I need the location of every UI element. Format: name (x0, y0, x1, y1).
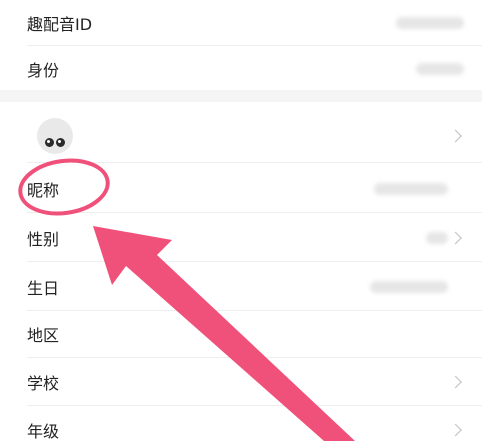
profile-row-school[interactable]: 学校 (0, 359, 482, 405)
profile-row-grade[interactable]: 年级 (0, 406, 482, 441)
profile-label-nickname: 昵称 (27, 181, 60, 200)
profile-value-nickname (374, 183, 448, 195)
profile-label-quid: 趣配音ID (27, 15, 93, 34)
chevron-right-icon (449, 231, 462, 245)
profile-label-identity: 身份 (27, 61, 60, 80)
profile-value-identity (416, 63, 464, 75)
profile-value-birthday (370, 281, 448, 293)
profile-label-region: 地区 (27, 326, 60, 345)
avatar-eye-icon (56, 138, 65, 147)
profile-row-birthday[interactable]: 生日 (0, 264, 482, 310)
profile-row-identity[interactable]: 身份 (0, 46, 482, 92)
chevron-right-icon (449, 129, 462, 143)
profile-label-birthday: 生日 (27, 279, 60, 298)
row-divider (27, 212, 482, 213)
row-divider (27, 261, 482, 262)
profile-row-avatar[interactable] (0, 110, 482, 162)
avatar-eye-icon (45, 138, 54, 147)
profile-label-grade: 年级 (27, 422, 60, 441)
chevron-right-icon (449, 423, 462, 437)
profile-label-school: 学校 (27, 374, 60, 393)
row-divider (27, 162, 482, 163)
profile-row-nickname[interactable]: 昵称 (0, 166, 482, 212)
chevron-right-icon (449, 375, 462, 389)
row-divider (27, 357, 482, 358)
section-gap (0, 90, 482, 102)
profile-row-region[interactable]: 地区 (0, 311, 482, 357)
profile-value-gender (426, 232, 448, 244)
profile-label-gender: 性别 (27, 230, 60, 249)
profile-row-quid[interactable]: 趣配音ID (0, 0, 482, 46)
profile-value-quid (396, 17, 464, 29)
profile-edit-screen: 趣配音ID 身份 昵称 性别 生日 地区 学校 年级 (0, 0, 482, 441)
avatar-icon (37, 118, 73, 154)
profile-row-gender[interactable]: 性别 (0, 215, 482, 261)
